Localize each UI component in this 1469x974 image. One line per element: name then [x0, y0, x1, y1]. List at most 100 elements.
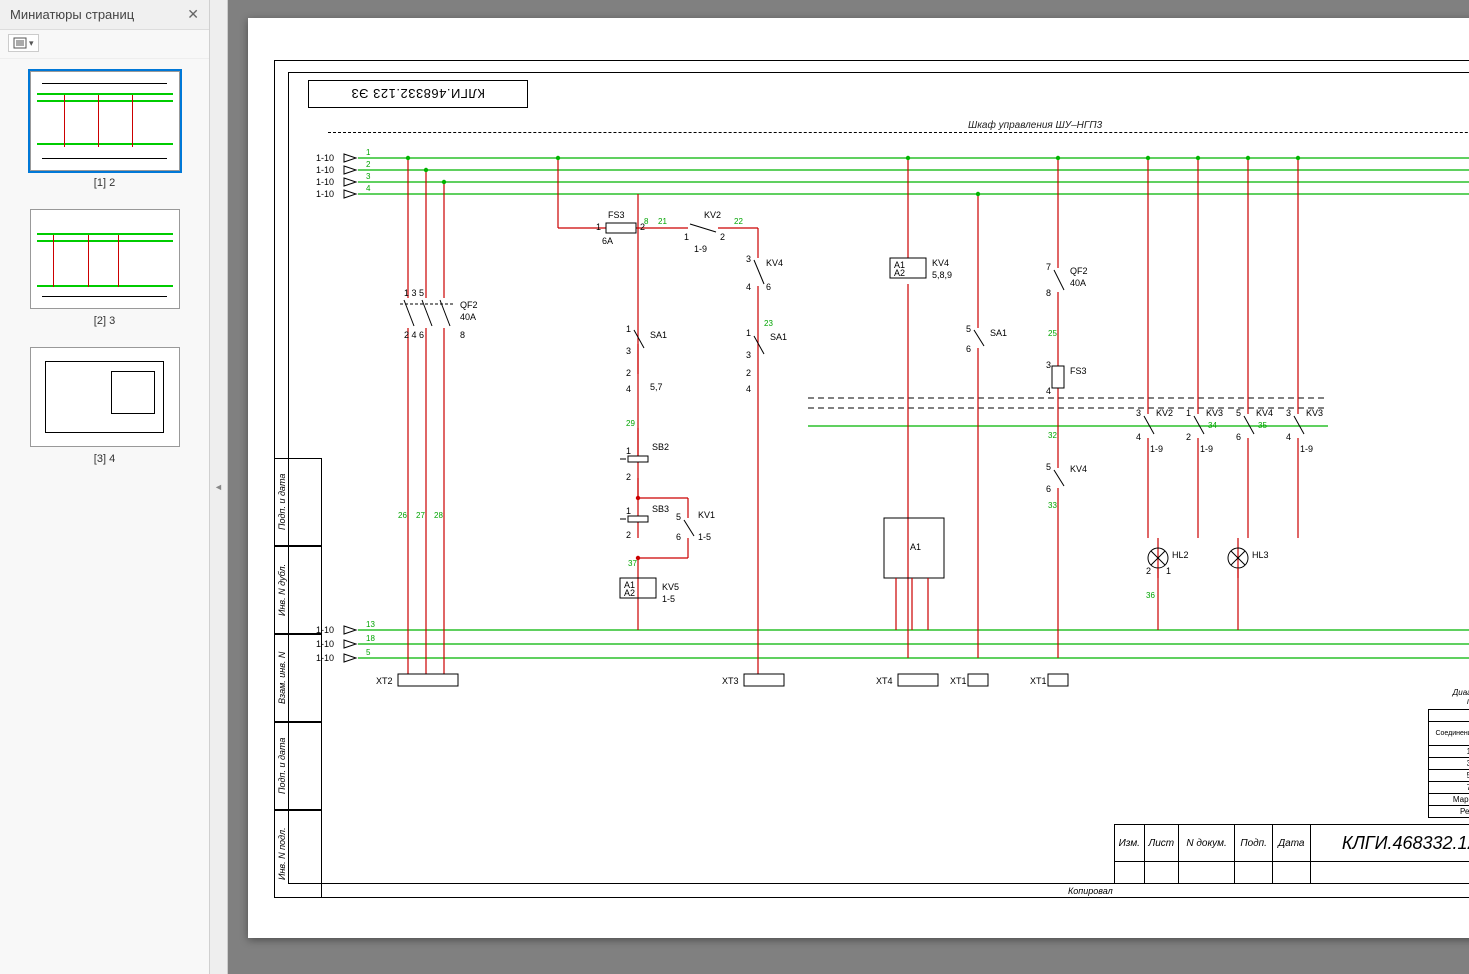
svg-text:7: 7 [1046, 262, 1051, 272]
svg-text:KV2: KV2 [1156, 408, 1173, 418]
svg-text:6: 6 [966, 344, 971, 354]
svg-text:XT1: XT1 [950, 676, 967, 686]
svg-text:KV3: KV3 [1306, 408, 1323, 418]
drawing-page: КЛГИ.468332.123 Э3 Шкаф управления ШУ–НГ… [248, 18, 1469, 938]
svg-text:1-9: 1-9 [1300, 444, 1313, 454]
svg-text:1: 1 [1166, 566, 1171, 576]
close-sidebar-button[interactable]: ✕ [187, 6, 199, 23]
chevron-down-icon: ▾ [29, 38, 34, 49]
thumbnail-page-3[interactable]: [3] 4 [10, 347, 199, 465]
svg-text:1-10: 1-10 [316, 639, 334, 649]
svg-text:SA1: SA1 [770, 332, 787, 342]
svg-text:3: 3 [746, 350, 751, 360]
canvas-scroll[interactable]: КЛГИ.468332.123 Э3 Шкаф управления ШУ–НГ… [228, 0, 1469, 974]
thumbnail-list[interactable]: [1] 2 [2] 3 [0, 59, 209, 974]
svg-text:KV3: KV3 [1206, 408, 1223, 418]
svg-text:KV5: KV5 [662, 582, 679, 592]
svg-text:26: 26 [398, 511, 407, 520]
document-viewport: КЛГИ.468332.123 Э3 Шкаф управления ШУ–НГ… [228, 0, 1469, 974]
svg-text:A2: A2 [624, 588, 635, 598]
svg-text:SA1: SA1 [650, 330, 667, 340]
svg-text:4: 4 [366, 184, 371, 193]
title-block: Изм. Лист N докум. Подп. Дата КЛГИ.46833… [1114, 824, 1469, 884]
svg-text:1: 1 [684, 232, 689, 242]
svg-text:3: 3 [746, 254, 751, 264]
svg-text:HL3: HL3 [1252, 550, 1269, 560]
svg-text:1-10: 1-10 [316, 177, 334, 187]
schematic-svg: 1-10 1-10 1-10 1-10 1 2 3 4 [248, 18, 1469, 938]
thumbnail-label: [1] 2 [10, 177, 199, 189]
svg-text:37: 37 [628, 559, 637, 568]
svg-text:1-5: 1-5 [662, 594, 675, 604]
svg-text:25: 25 [1048, 329, 1057, 338]
svg-text:13: 13 [366, 620, 375, 629]
svg-text:QF2: QF2 [1070, 266, 1088, 276]
svg-text:1: 1 [626, 506, 631, 516]
svg-text:8: 8 [644, 217, 649, 226]
svg-text:28: 28 [434, 511, 443, 520]
svg-text:A1: A1 [910, 542, 921, 552]
svg-text:4: 4 [746, 384, 751, 394]
svg-text:1: 1 [626, 324, 631, 334]
thumbnail-label: [2] 3 [10, 315, 199, 327]
svg-text:18: 18 [366, 634, 375, 643]
svg-text:2: 2 [366, 160, 371, 169]
svg-text:1-10: 1-10 [316, 189, 334, 199]
svg-text:KV1: KV1 [698, 510, 715, 520]
svg-text:KV4: KV4 [932, 258, 949, 268]
svg-text:4: 4 [626, 384, 631, 394]
svg-text:2 4 6: 2 4 6 [404, 330, 424, 340]
svg-text:6: 6 [676, 532, 681, 542]
svg-text:36: 36 [1146, 591, 1155, 600]
thumbnail-page-2[interactable]: [2] 3 [10, 209, 199, 327]
svg-text:2: 2 [746, 368, 751, 378]
svg-text:3: 3 [366, 172, 371, 181]
svg-text:4: 4 [1046, 386, 1051, 396]
svg-text:1-9: 1-9 [1200, 444, 1213, 454]
svg-text:5: 5 [966, 324, 971, 334]
svg-text:3: 3 [1136, 408, 1141, 418]
svg-text:2: 2 [626, 530, 631, 540]
svg-text:5: 5 [366, 648, 371, 657]
thumbnail-label: [3] 4 [10, 453, 199, 465]
collapse-sidebar-tab[interactable] [210, 0, 228, 974]
svg-text:FS3: FS3 [1070, 366, 1087, 376]
svg-text:1: 1 [746, 328, 751, 338]
svg-text:XT2: XT2 [376, 676, 393, 686]
svg-text:6: 6 [1046, 484, 1051, 494]
svg-text:22: 22 [734, 217, 743, 226]
svg-text:1-10: 1-10 [316, 153, 334, 163]
svg-text:KV4: KV4 [1256, 408, 1273, 418]
thumbnail-options-button[interactable]: ▾ [8, 34, 39, 52]
svg-text:21: 21 [658, 217, 667, 226]
svg-text:3: 3 [1046, 360, 1051, 370]
svg-text:KV4: KV4 [766, 258, 783, 268]
svg-text:HL2: HL2 [1172, 550, 1189, 560]
svg-text:35: 35 [1258, 421, 1267, 430]
svg-text:8: 8 [1046, 288, 1051, 298]
svg-text:6: 6 [766, 282, 771, 292]
svg-text:5,8,9: 5,8,9 [932, 270, 952, 280]
svg-text:29: 29 [626, 419, 635, 428]
svg-text:1-9: 1-9 [1150, 444, 1163, 454]
svg-text:2: 2 [626, 472, 631, 482]
svg-text:4: 4 [746, 282, 751, 292]
thumbnails-sidebar: Миниатюры страниц ✕ ▾ [0, 0, 210, 974]
svg-text:A2: A2 [894, 268, 905, 278]
svg-text:2: 2 [626, 368, 631, 378]
svg-text:4: 4 [1286, 432, 1291, 442]
svg-text:23: 23 [764, 319, 773, 328]
svg-text:XT3: XT3 [722, 676, 739, 686]
svg-text:SB2: SB2 [652, 442, 669, 452]
svg-text:40A: 40A [1070, 278, 1086, 288]
svg-text:6А: 6А [602, 236, 613, 246]
thumbnail-page-1[interactable]: [1] 2 [10, 71, 199, 189]
svg-text:SB3: SB3 [652, 504, 669, 514]
svg-text:27: 27 [416, 511, 425, 520]
sa1-diagram-table: Диаграмма замыкания контактовпереключате… [1428, 689, 1469, 818]
svg-text:1: 1 [626, 446, 631, 456]
svg-text:5: 5 [1046, 462, 1051, 472]
svg-text:32: 32 [1048, 431, 1057, 440]
footer-copied: Копировал [1068, 886, 1113, 896]
svg-text:1-10: 1-10 [316, 653, 334, 663]
